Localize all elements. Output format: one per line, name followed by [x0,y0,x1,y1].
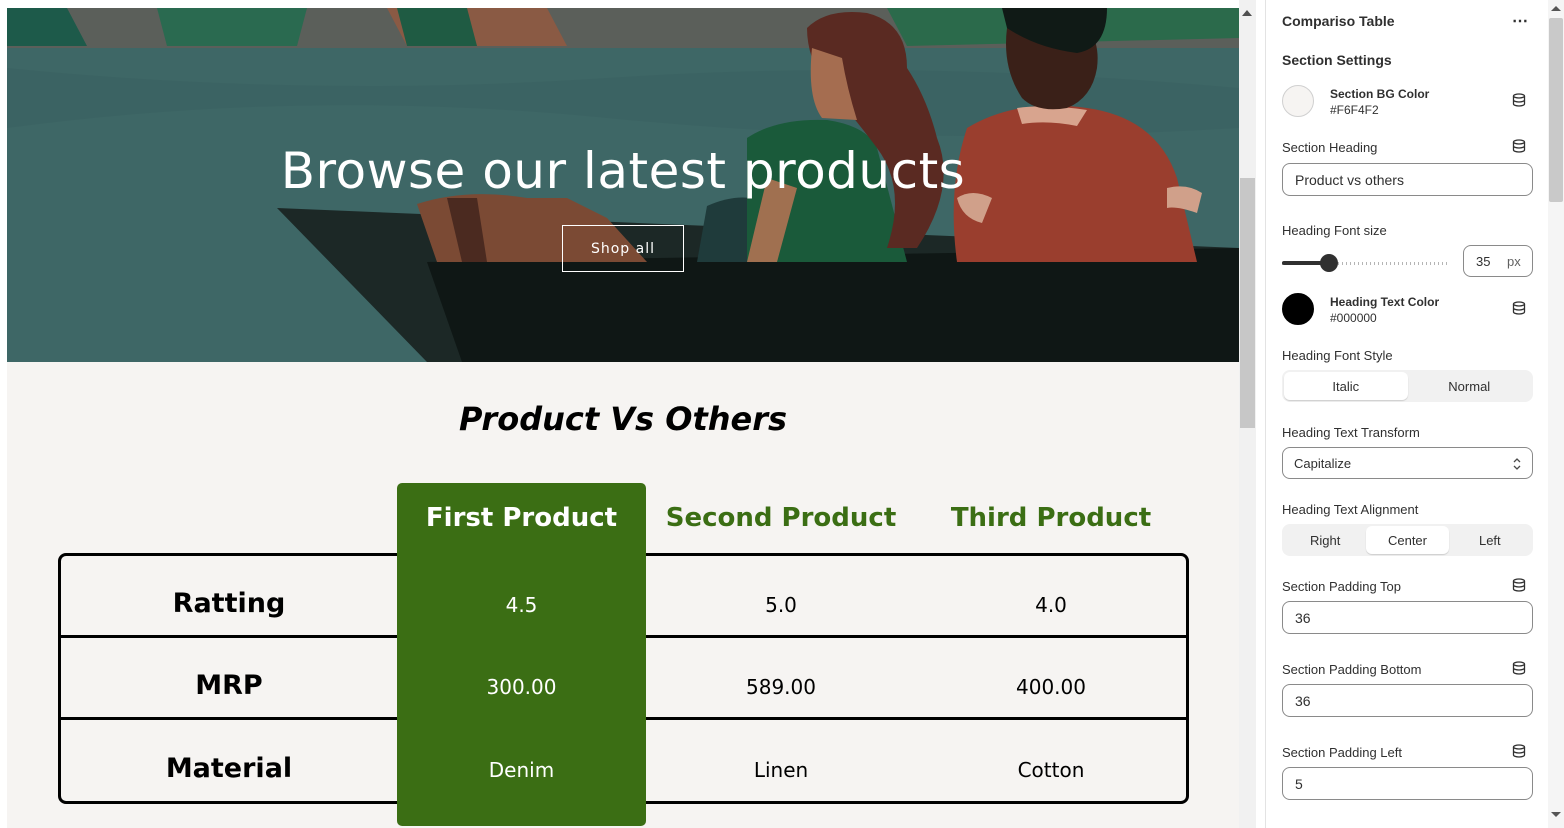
table-cell: 300.00 [486,675,557,699]
table-cell: 4.5 [505,593,538,617]
text-transform-label: Heading Text Transform [1282,425,1420,440]
table-cell: 589.00 [746,675,816,699]
database-icon[interactable] [1512,93,1526,107]
font-size-slider-thumb[interactable] [1320,254,1338,272]
table-cell: 4.0 [1035,593,1067,617]
section-heading-input[interactable]: Product vs others [1282,163,1533,196]
font-size-unit: px [1507,253,1521,269]
text-transform-select[interactable]: Capitalize [1282,447,1533,479]
scroll-up-icon[interactable] [1551,6,1561,11]
preview-pane: Browse our latest products Shop all Prod… [0,0,1256,828]
font-style-italic-option[interactable]: Italic [1284,372,1408,400]
alignment-segmented: Right Center Left [1282,524,1533,556]
padding-bottom-label: Section Padding Bottom [1282,662,1422,677]
hero-title: Browse our latest products [280,142,966,200]
table-cell: Cotton [1017,758,1085,782]
hero-banner: Browse our latest products Shop all [7,8,1239,362]
database-icon[interactable] [1512,139,1526,153]
database-icon[interactable] [1512,578,1526,592]
more-horizontal-icon[interactable]: ⋯ [1512,11,1529,31]
font-size-value: 35 [1476,253,1491,269]
bg-color-swatch[interactable] [1282,85,1314,117]
database-icon[interactable] [1512,744,1526,758]
database-icon[interactable] [1512,661,1526,675]
table-cell: Denim [488,758,555,782]
align-center-option[interactable]: Center [1366,526,1449,554]
comparison-section: Product Vs Others First Product Second P… [7,362,1239,828]
scrollbar-thumb[interactable] [1240,178,1255,428]
padding-bottom-input[interactable]: 36 [1282,684,1533,717]
column-header-first: First Product [425,503,618,533]
text-transform-value: Capitalize [1294,455,1352,471]
row-label-mrp: MRP [195,670,263,701]
row-label-rating: Ratting [172,588,286,619]
padding-left-label: Section Padding Left [1282,745,1402,760]
section-settings-title: Section Settings [1282,52,1392,68]
font-style-normal-option[interactable]: Normal [1408,372,1532,400]
bg-color-label: Section BG Color [1330,87,1430,101]
text-color-swatch[interactable] [1282,293,1314,325]
row-label-material: Material [165,753,293,784]
alignment-label: Heading Text Alignment [1282,502,1419,517]
bg-color-value: #F6F4F2 [1330,103,1379,117]
font-size-label: Heading Font size [1282,223,1387,238]
panel-scrollbar[interactable] [1548,0,1564,828]
align-right-option[interactable]: Right [1284,526,1366,554]
table-cell: 5.0 [765,593,797,617]
preview-scrollbar[interactable] [1239,0,1256,828]
section-heading-label: Section Heading [1282,140,1378,155]
align-left-option[interactable]: Left [1449,526,1531,554]
scroll-up-icon[interactable] [1242,10,1252,16]
settings-panel: Compariso Table ⋯ Section Settings Secti… [1265,0,1548,828]
padding-top-label: Section Padding Top [1282,579,1402,594]
scrollbar-thumb[interactable] [1549,18,1563,202]
scroll-down-icon[interactable] [1551,812,1561,817]
font-style-label: Heading Font Style [1282,348,1393,363]
table-cell: Linen [753,758,809,782]
text-color-value: #000000 [1330,311,1377,325]
table-cell: 400.00 [1016,675,1086,699]
column-header-third: Third Product [950,503,1152,533]
database-icon[interactable] [1512,301,1526,315]
text-color-label: Heading Text Color [1330,295,1440,309]
font-size-input[interactable]: 35 px [1463,245,1533,277]
padding-left-input[interactable]: 5 [1282,767,1533,800]
panel-title: Compariso Table [1282,13,1395,29]
theme-editor: Browse our latest products Shop all Prod… [0,0,1564,828]
shop-all-button[interactable]: Shop all [562,225,684,272]
chevron-updown-icon [1513,458,1521,470]
column-header-second: Second Product [665,503,897,533]
preview-frame: Browse our latest products Shop all Prod… [7,8,1239,828]
font-style-segmented: Italic Normal [1282,370,1533,402]
padding-top-input[interactable]: 36 [1282,601,1533,634]
comparison-heading: Product Vs Others [458,400,788,438]
